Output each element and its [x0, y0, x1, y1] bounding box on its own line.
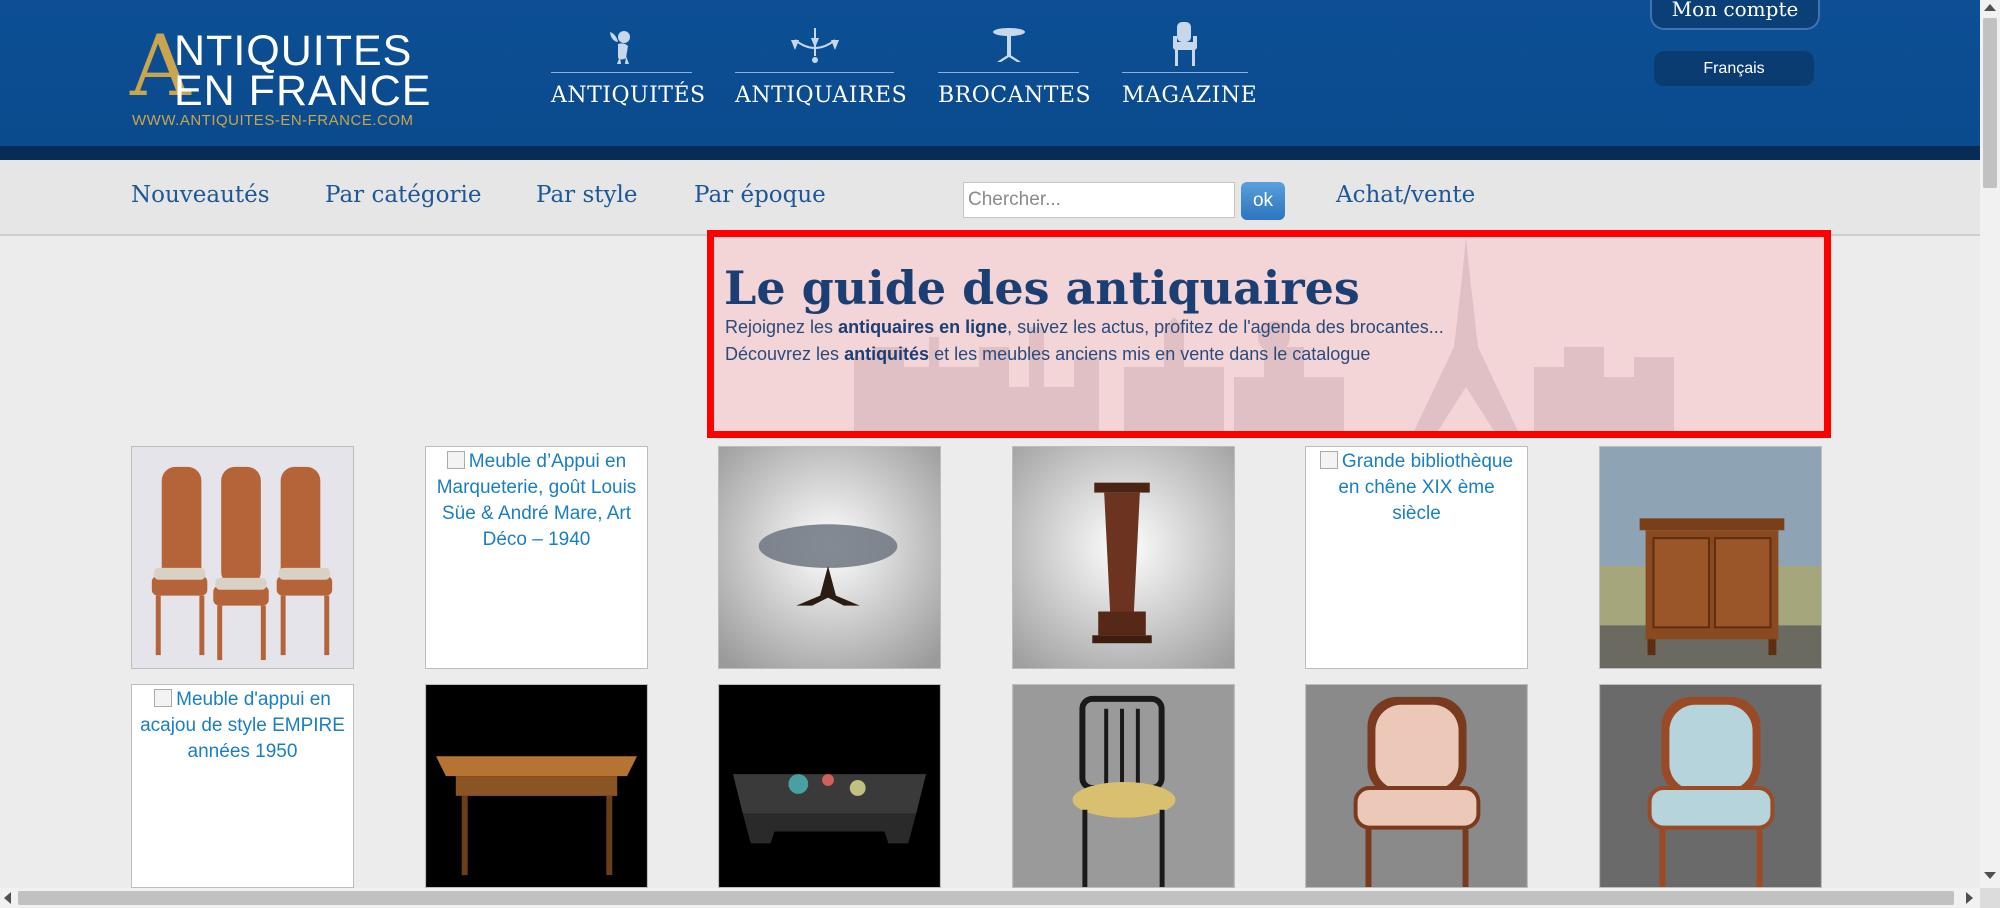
product-card[interactable]	[1012, 446, 1235, 669]
scroll-right-icon[interactable]	[1966, 892, 1973, 904]
subnav-achat-vente[interactable]: Achat/vente	[1336, 182, 1475, 208]
pedestal-table-icon	[938, 22, 1079, 66]
scrollbar-corner	[1980, 888, 2000, 908]
subnav-par-categorie[interactable]: Par catégorie	[325, 182, 481, 208]
nav-divider	[735, 72, 894, 73]
writing-desk-image	[426, 685, 647, 887]
cherub-icon	[551, 22, 692, 66]
product-card[interactable]: Meuble d’Appui en Marqueterie, goût Loui…	[425, 446, 648, 669]
blue-armchair-image	[1600, 685, 1821, 887]
horizontal-scrollbar[interactable]	[0, 888, 1980, 908]
nav-divider	[551, 72, 692, 73]
horizontal-scroll-thumb[interactable]	[18, 891, 1954, 905]
napoleon-chair-image	[1013, 685, 1234, 887]
nav-antiquaires[interactable]: ANTIQUAIRES	[735, 22, 908, 112]
scroll-down-icon[interactable]	[1984, 872, 1996, 879]
product-card[interactable]	[718, 684, 941, 888]
nav-label: BROCANTES	[938, 83, 1092, 108]
scroll-up-icon[interactable]	[1984, 4, 1996, 11]
armchair-icon	[1122, 22, 1248, 66]
product-card[interactable]	[1305, 684, 1528, 888]
product-card[interactable]	[131, 446, 354, 669]
product-card[interactable]	[1599, 446, 1822, 669]
search-button[interactable]: ok	[1241, 182, 1285, 220]
glass-coffee-table-image	[719, 447, 940, 668]
hero-line-1: Rejoignez les antiquaires en ligne, suiv…	[725, 317, 1444, 337]
product-card[interactable]	[718, 446, 941, 669]
product-alt-text[interactable]: Meuble d’Appui en Marqueterie, goût Loui…	[426, 447, 647, 555]
logo-line-2: EN FRANCE	[174, 67, 432, 115]
product-card[interactable]	[1012, 684, 1235, 888]
nav-brocantes[interactable]: BROCANTES	[938, 22, 1092, 112]
site-logo[interactable]: A NTIQUITES EN FRANCE WWW.ANTIQUITES-EN-…	[130, 24, 440, 130]
nav-divider	[938, 72, 1079, 73]
subnav-par-style[interactable]: Par style	[536, 182, 637, 208]
subnav-nouveautes[interactable]: Nouveautés	[131, 182, 270, 208]
product-card[interactable]: Grande bibliothèque en chêne XIX ème siè…	[1305, 446, 1528, 669]
vertical-scroll-thumb[interactable]	[1983, 18, 1997, 188]
language-selector[interactable]: Français	[1654, 51, 1814, 86]
nav-magazine[interactable]: MAGAZINE	[1122, 22, 1258, 112]
product-card[interactable]: Meuble d'appui en acajou de style EMPIRE…	[131, 684, 354, 888]
product-alt-text[interactable]: Grande bibliothèque en chêne XIX ème siè…	[1306, 447, 1527, 529]
pedestal-column-image	[1013, 447, 1234, 668]
nav-label: ANTIQUITÉS	[551, 83, 706, 108]
nav-label: MAGAZINE	[1122, 83, 1258, 108]
chairs-image	[132, 447, 353, 668]
logo-url: WWW.ANTIQUITES-EN-FRANCE.COM	[132, 112, 414, 129]
scroll-left-icon[interactable]	[4, 892, 11, 904]
lacquer-table-image	[719, 685, 940, 887]
hero-link-antiquites[interactable]: antiquités	[844, 344, 929, 364]
product-alt-text[interactable]: Meuble d'appui en acajou de style EMPIRE…	[132, 685, 353, 767]
nav-antiquites[interactable]: ANTIQUITÉS	[551, 22, 706, 112]
hero-title: Le guide des antiquaires	[724, 261, 1360, 315]
product-card[interactable]	[425, 684, 648, 888]
header-band	[0, 146, 1980, 160]
subnav-par-epoque[interactable]: Par époque	[694, 182, 826, 208]
nav-divider	[1122, 72, 1248, 73]
hero-line-2: Découvrez les antiquités et les meubles …	[725, 344, 1371, 364]
pink-armchair-image	[1306, 685, 1527, 887]
buffet-cabinet-image	[1600, 447, 1821, 668]
site-header: A NTIQUITES EN FRANCE WWW.ANTIQUITES-EN-…	[0, 0, 1980, 160]
product-card[interactable]	[1599, 684, 1822, 888]
account-tab[interactable]: Mon compte	[1650, 0, 1820, 30]
nav-label: ANTIQUAIRES	[735, 83, 908, 108]
vertical-scrollbar[interactable]	[1980, 0, 2000, 888]
hero-banner: Le guide des antiquaires Rejoignez les a…	[707, 230, 1831, 438]
hero-link-antiquaires[interactable]: antiquaires en ligne	[838, 317, 1007, 337]
search-input[interactable]	[963, 182, 1235, 218]
chandelier-icon	[735, 22, 894, 66]
